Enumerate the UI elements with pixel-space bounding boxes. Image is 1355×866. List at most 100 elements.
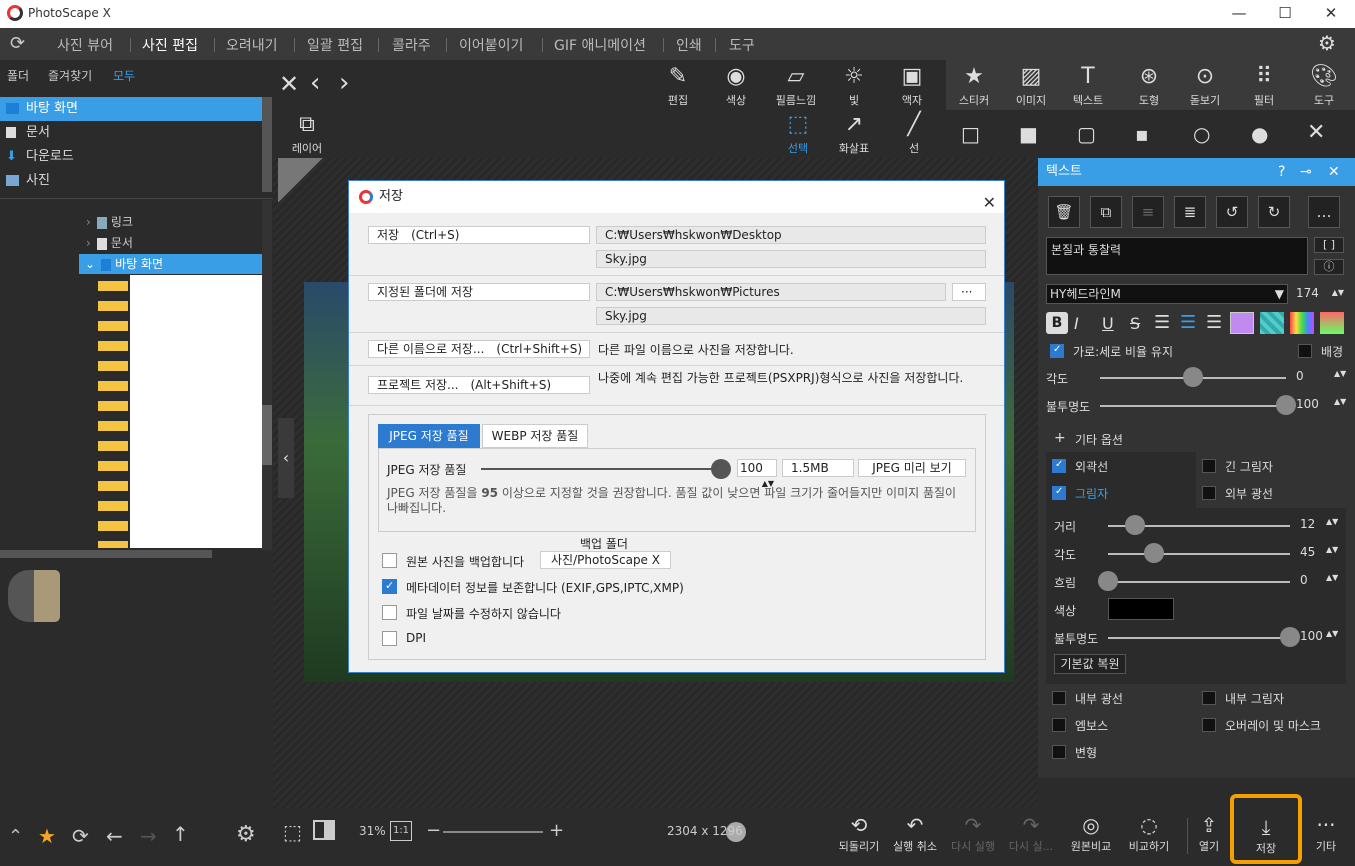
tool-shape[interactable]: ⊛ 도형 [1134,64,1164,108]
quality-slider[interactable] [481,468,721,470]
menu-batch[interactable]: 일괄 편집 [307,35,363,55]
tab-jpeg-quality[interactable]: JPEG 저장 품질 [378,424,480,448]
outer-glow-checkbox[interactable] [1202,486,1216,500]
spinner-arrows-icon[interactable]: ▲▼ [1326,573,1338,582]
browse-folder-button[interactable]: ··· [952,283,986,301]
shadow-color-swatch[interactable] [1108,598,1174,620]
thumbnail-image[interactable] [8,570,60,622]
zoom-in-icon[interactable]: + [549,820,564,841]
shadow-checkbox[interactable] [1052,486,1066,500]
keep-ratio-checkbox[interactable] [1050,344,1064,358]
select-tool[interactable]: ⬚ 선택 [783,112,813,156]
long-shadow-checkbox[interactable] [1202,459,1216,473]
strikethrough-icon[interactable]: S [1130,314,1140,333]
redo-button[interactable]: ↷ 다시 실행 [945,812,1001,854]
shadow-angle-value[interactable]: 45 [1300,545,1315,559]
tool-frame[interactable]: ▣ 액자 [897,64,927,108]
spinner-arrows-icon[interactable]: ▲▼ [1334,397,1346,406]
arrow-tool[interactable]: ↗ 화살표 [836,112,872,156]
italic-icon[interactable]: I [1074,314,1079,333]
rotate-right-icon[interactable]: ↻ [1258,196,1290,228]
tool-magnifier[interactable]: ⊙ 돋보기 [1185,64,1225,108]
undo-button[interactable]: ↶ 실행 취소 [887,812,943,854]
more-button[interactable]: ··· 기타 [1311,812,1341,854]
close-window-button[interactable]: ✕ [1308,2,1354,26]
back-arrow-icon[interactable]: ← [106,824,123,848]
dialog-close-icon[interactable]: ✕ [983,187,996,219]
menu-print[interactable]: 인쇄 [676,35,702,55]
inner-shadow-checkbox[interactable] [1202,691,1216,705]
menu-tools[interactable]: 도구 [729,35,755,55]
rounded-rect-icon[interactable]: ▢ [1077,122,1096,146]
dpi-checkbox[interactable] [382,631,397,646]
tab-webp-quality[interactable]: WEBP 저장 품질 [482,424,588,448]
more-options-icon[interactable]: … [1308,196,1340,228]
next-icon[interactable]: › [339,68,349,98]
forward-arrow-icon[interactable]: → [140,824,157,848]
blur-value[interactable]: 0 [1300,573,1308,587]
tool-tools[interactable]: 🎨︎ 도구 [1309,64,1339,108]
rounded-rect-filled-icon[interactable]: ▪ [1135,122,1149,146]
quick-pictures[interactable]: 사진 [0,169,262,193]
angle-slider-knob[interactable] [1183,367,1203,387]
metadata-checkbox[interactable] [382,579,397,594]
tree-item-documents[interactable]: › 문서 [86,233,133,253]
redo-all-button[interactable]: ↷ 다시 실... [1003,812,1059,854]
collapse-left-icon[interactable]: ‹ [278,418,294,498]
spinner-arrows-icon[interactable]: ▲▼ [1326,545,1338,554]
zoom-percent[interactable]: 31% [359,824,386,838]
zoom-slider[interactable] [443,831,543,833]
star-icon[interactable]: ★ [38,824,56,848]
overlay-mask-checkbox[interactable] [1202,718,1216,732]
tool-light[interactable]: ☼ 빛 [839,64,869,108]
circle-outline-icon[interactable]: ○ [1193,122,1210,146]
help-icon[interactable]: ? [1278,158,1285,186]
split-view-icon[interactable] [313,820,335,840]
quick-desktop[interactable]: 바탕 화면 [0,97,262,121]
shadow-angle-slider[interactable] [1108,553,1290,555]
rectangle-outline-icon[interactable]: □ [961,122,980,146]
gradient-rainbow-icon[interactable] [1290,312,1314,334]
settings-gear-icon[interactable]: ⚙ [1318,31,1336,55]
transform-checkbox[interactable] [1052,745,1066,759]
compare-original-button[interactable]: ◎ 원본비교 [1063,812,1119,854]
refresh-icon[interactable]: ⟳ [72,824,89,848]
align-center-icon[interactable]: ☰ [1180,312,1196,333]
delete-icon[interactable]: 🗑︎ [1048,196,1080,228]
rotate-left-icon[interactable]: ↺ [1216,196,1248,228]
reset-defaults-button[interactable]: 기본값 복원 [1054,654,1126,674]
close-tool-icon[interactable]: ✕ [1307,120,1325,145]
quick-scrollbar[interactable] [262,97,272,192]
backup-checkbox[interactable] [382,553,397,568]
fill-color-icon[interactable] [1230,312,1254,334]
zoom-1to1[interactable]: 1:1 [390,821,412,841]
gear-icon[interactable]: ⚙ [236,822,256,847]
tab-all[interactable]: 모두 [113,67,135,84]
save-to-folder-button[interactable]: 지정된 폴더에 저장 [368,283,590,301]
quality-slider-knob[interactable] [711,459,731,479]
menu-cutout[interactable]: 오려내기 [226,35,278,55]
shadow-opacity-slider-knob[interactable] [1280,627,1300,647]
shadow-opacity-slider[interactable] [1108,637,1290,639]
duplicate-icon[interactable]: ⧉ [1090,196,1122,228]
tree-hscrollbar[interactable] [0,550,212,558]
menu-collage[interactable]: 콜라주 [392,35,431,55]
tool-color[interactable]: ◉ 색상 [721,64,751,108]
opacity-slider-knob[interactable] [1276,395,1296,415]
menu-gif[interactable]: GIF 애니메이션 [554,35,646,55]
maximize-button[interactable]: ☐ [1262,2,1308,26]
tab-folders[interactable]: 폴더 [7,67,29,84]
keep-date-checkbox[interactable] [382,605,397,620]
backup-path-button[interactable]: 사진/PhotoScape X [540,551,671,569]
revert-button[interactable]: ⟲ 되돌리기 [831,812,887,854]
zoom-out-icon[interactable]: − [426,820,441,841]
font-size-spinner[interactable]: 174 ▲▼ [1292,284,1344,304]
background-checkbox[interactable] [1298,344,1312,358]
save-project-button[interactable]: 프로젝트 저장... (Alt+Shift+S) [368,376,590,394]
opacity-slider[interactable] [1100,405,1286,407]
tool-image[interactable]: ▨ 이미지 [1013,64,1049,108]
outline-checkbox[interactable] [1052,459,1066,473]
opacity-value[interactable]: 100 [1296,397,1319,411]
save-button-bottom[interactable]: ⤓ 저장 [1230,794,1302,864]
emboss-checkbox[interactable] [1052,718,1066,732]
